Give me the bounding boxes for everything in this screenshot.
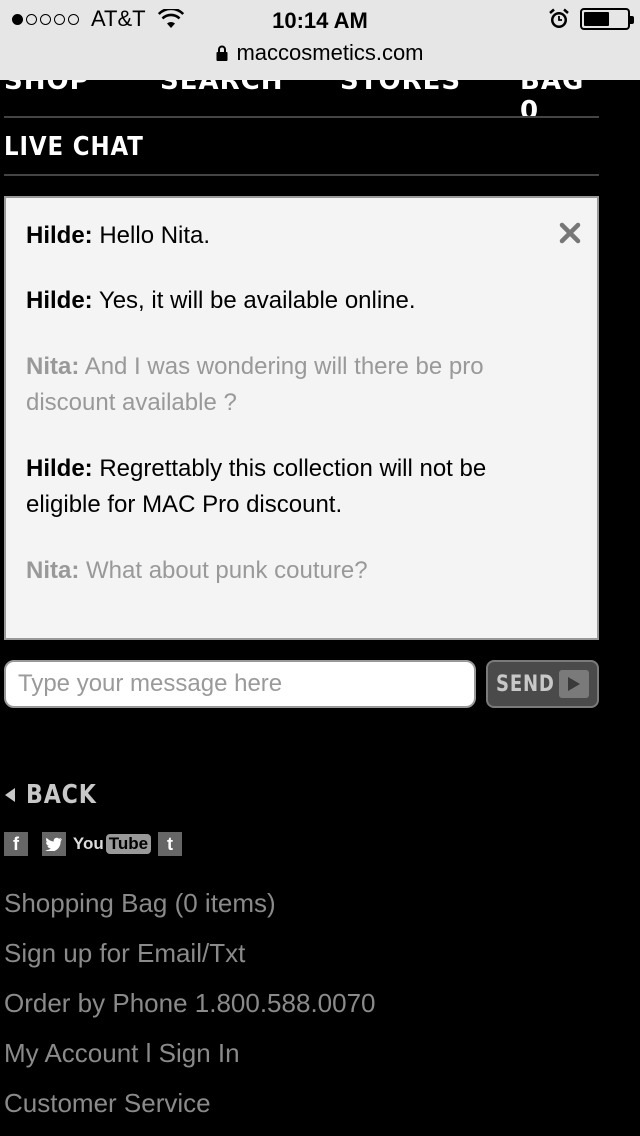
url-text: maccosmetics.com [236, 40, 424, 65]
chat-message: Hilde: Hello Nita. [26, 218, 546, 254]
tumblr-icon[interactable]: t [158, 832, 182, 856]
status-bar: AT&T 10:14 AM maccosmetics.com [0, 0, 640, 80]
alarm-icon [549, 8, 569, 28]
nav-search[interactable]: SEARCH [160, 80, 283, 96]
back-arrow-icon [5, 788, 15, 802]
title-divider [4, 174, 599, 176]
message-sender: Nita: [26, 557, 80, 584]
facebook-icon[interactable]: f [4, 832, 28, 856]
message-sender: Hilde: [26, 222, 93, 249]
chat-message: Nita: What about punk couture? [26, 553, 546, 589]
customer-service-link[interactable]: Customer Service [4, 1078, 376, 1128]
chat-message: Nita: And I was wondering will there be … [26, 349, 546, 421]
nav-bag[interactable]: BAG 0 [520, 80, 600, 116]
back-link[interactable]: BACK [4, 780, 109, 810]
page-title: LIVE CHAT [4, 132, 144, 162]
nav-divider [4, 116, 599, 118]
close-icon[interactable] [559, 222, 581, 244]
message-sender: Hilde: [26, 287, 93, 314]
send-button[interactable]: SEND [486, 660, 599, 708]
shopping-bag-link[interactable]: Shopping Bag (0 items) [4, 878, 376, 928]
message-sender: Hilde: [26, 455, 93, 482]
nav-shop[interactable]: SHOP [4, 80, 90, 96]
chat-transcript[interactable]: Hilde: Hello Nita. Hilde: Yes, it will b… [4, 196, 599, 640]
message-input[interactable] [4, 660, 476, 708]
my-account-link[interactable]: My Account l Sign In [4, 1028, 376, 1078]
message-text: What about punk couture? [86, 557, 368, 584]
message-text: Regrettably this collection will not be … [26, 455, 487, 518]
play-arrow-icon [559, 670, 589, 698]
email-signup-link[interactable]: Sign up for Email/Txt [4, 928, 376, 978]
chat-message: Hilde: Yes, it will be available online. [26, 283, 546, 319]
battery-icon [580, 8, 634, 30]
chat-message: Hilde: Regrettably this collection will … [26, 451, 546, 523]
nav-stores[interactable]: STORES [340, 80, 461, 96]
lock-icon [216, 45, 228, 61]
top-nav: SHOP SEARCH STORES BAG 0 [0, 80, 600, 116]
address-bar[interactable]: maccosmetics.com [0, 40, 640, 66]
footer-links: Shopping Bag (0 items) Sign up for Email… [4, 878, 376, 1128]
message-sender: Nita: [26, 353, 80, 380]
message-text: And I was wondering will there be pro di… [26, 353, 484, 416]
twitter-icon[interactable] [42, 832, 66, 856]
message-text: Yes, it will be available online. [98, 287, 416, 314]
youtube-icon[interactable]: You Tube [73, 832, 152, 856]
message-text: Hello Nita. [99, 222, 211, 249]
send-label: SEND [496, 671, 555, 697]
back-label: BACK [26, 780, 97, 810]
order-by-phone-link[interactable]: Order by Phone 1.800.588.0070 [4, 978, 376, 1028]
social-links: f You Tube t [4, 832, 182, 856]
clock: 10:14 AM [272, 8, 368, 33]
